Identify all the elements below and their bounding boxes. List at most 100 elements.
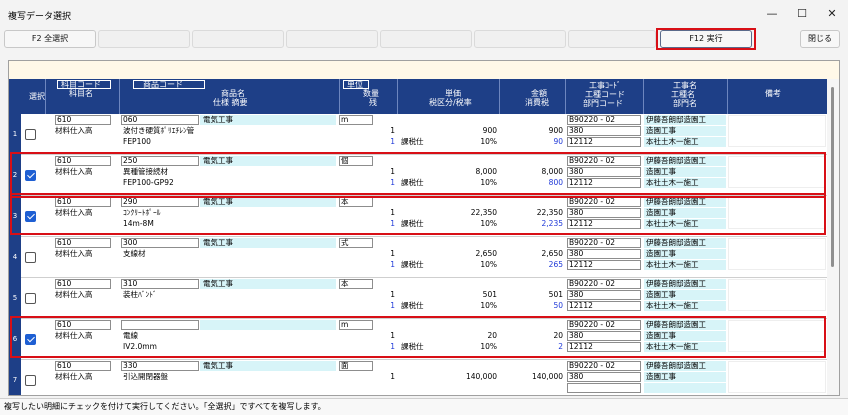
col-select: 選択 (29, 92, 45, 101)
row-number: 5 (9, 278, 21, 319)
department-code: 12112 (569, 137, 593, 146)
product-code: 330 (123, 361, 138, 370)
product-code: 300 (123, 238, 138, 247)
col-construction-code: 工事ｺｰﾄﾞ (589, 81, 621, 90)
work-type-name: 造園工事 (646, 167, 676, 176)
col-tax-category: 税区分/税率 (429, 98, 472, 107)
unit-price: 140,000 (465, 372, 497, 381)
row-number: 6 (9, 319, 21, 360)
table-row[interactable]: 3 610 材料仕入高 290 電気工事 ｺﾝｸﾘｰﾄﾎﾟｰﾙ 14m-8M 本… (9, 196, 827, 237)
close-button[interactable]: 閉じる (800, 30, 840, 48)
remarks-field[interactable] (728, 320, 826, 352)
construction-name: 伊藤吾朗邸造園工 (646, 156, 706, 165)
grid-top-strip (9, 61, 839, 79)
tax-rate: 10% (480, 178, 497, 187)
minimize-button[interactable]: — (762, 6, 782, 22)
col-remaining: 残 (369, 98, 377, 107)
col-unit-price: 単価 (445, 89, 461, 98)
row-checkbox[interactable] (25, 293, 36, 304)
tax-category: 課税仕 (401, 260, 424, 269)
col-product-name: 商品名 (221, 89, 245, 98)
row-number: 2 (9, 155, 21, 196)
remarks-field[interactable] (728, 197, 826, 229)
row-checkbox[interactable] (25, 170, 36, 181)
consumption-tax: 50 (553, 301, 563, 310)
consumption-tax: 2 (558, 342, 563, 351)
product-category: 電気工事 (203, 279, 233, 288)
tax-category: 課税仕 (401, 301, 424, 310)
table-row[interactable]: 5 610 材料仕入高 310 電気工事 装柱ﾊﾞﾝﾄﾞ 本 1 1 501 課… (9, 278, 827, 319)
work-type-name: 造園工事 (646, 208, 676, 217)
remarks-field[interactable] (728, 238, 826, 270)
work-type-name: 造園工事 (646, 372, 676, 381)
remarks-field[interactable] (728, 279, 826, 311)
construction-code: B90220 - 02 (569, 197, 616, 206)
row-number: 3 (9, 196, 21, 237)
product-code: 250 (123, 156, 138, 165)
department-name: 本社土木一施工 (646, 342, 699, 351)
product-category-field (200, 320, 336, 330)
amount: 8,000 (541, 167, 563, 176)
account-code: 610 (57, 156, 72, 165)
tax-rate: 10% (480, 342, 497, 351)
col-spec: 仕様 摘要 (213, 98, 248, 107)
row-checkbox[interactable] (25, 334, 36, 345)
table-row[interactable]: 1 610 材料仕入高 060 電気工事 波付き硬質ﾎﾟﾘｴﾁﾚﾝ管 FEP10… (9, 114, 827, 155)
table-row[interactable]: 7 610 材料仕入高 330 電気工事 引込開閉器盤 面 1 140,000 … (9, 360, 827, 395)
product-category: 電気工事 (203, 361, 233, 370)
account-code: 610 (57, 238, 72, 247)
tax-category: 課税仕 (401, 219, 424, 228)
work-type-code: 380 (569, 249, 584, 258)
product-code: 290 (123, 197, 138, 206)
account-code: 610 (57, 361, 72, 370)
remarks-field[interactable] (728, 115, 826, 147)
scrollbar-thumb[interactable] (831, 87, 834, 267)
header-divider (565, 79, 566, 114)
grid-header: 選択 科目コード 科目名 商品コード 商品名 仕様 摘要 単位 数量 残 単価 … (9, 79, 827, 114)
amount: 140,000 (531, 372, 563, 381)
row-checkbox[interactable] (25, 129, 36, 140)
window-title: 複写データ選択 (8, 12, 72, 22)
amount: 20 (553, 331, 563, 340)
quantity: 1 (390, 372, 395, 381)
work-type-code: 380 (569, 331, 584, 340)
col-department-code: 部門コード (583, 99, 623, 108)
tax-category: 課税仕 (401, 137, 424, 146)
function-key-toolbar: F2 全選択 F12 実行 閉じる (0, 28, 848, 50)
work-type-name: 造園工事 (646, 331, 676, 340)
function-key-empty (192, 30, 284, 48)
product-code-field[interactable] (121, 320, 199, 330)
col-amount: 金額 (531, 89, 547, 98)
execute-button[interactable]: F12 実行 (660, 30, 752, 48)
maximize-button[interactable]: ☐ (792, 6, 812, 22)
col-qty: 数量 (363, 89, 379, 98)
remarks-field[interactable] (728, 156, 826, 188)
row-checkbox[interactable] (25, 252, 36, 263)
unit-price: 501 (482, 290, 497, 299)
row-checkbox[interactable] (25, 211, 36, 222)
detail-grid: 選択 科目コード 科目名 商品コード 商品名 仕様 摘要 単位 数量 残 単価 … (8, 60, 840, 396)
table-row[interactable]: 2 610 材料仕入高 250 電気工事 異種管接続材 FEP100-GP92 … (9, 155, 827, 196)
unit-price: 2,650 (475, 249, 497, 258)
account-code: 610 (57, 197, 72, 206)
consumption-tax: 2,235 (541, 219, 563, 228)
product-name: ｺﾝｸﾘｰﾄﾎﾟｰﾙ (123, 208, 161, 217)
row-checkbox[interactable] (25, 375, 36, 386)
close-window-button[interactable]: ✕ (822, 6, 842, 22)
department-name: 本社土木一施工 (646, 260, 699, 269)
consumption-tax: 90 (553, 137, 563, 146)
account-name: 材料仕入高 (55, 331, 93, 340)
department-code-field[interactable] (567, 383, 641, 393)
header-divider (727, 79, 728, 114)
remaining: 1 (390, 219, 395, 228)
product-category: 電気工事 (203, 115, 233, 124)
remarks-field[interactable] (728, 361, 826, 393)
table-row[interactable]: 6 610 材料仕入高 電線 IV2.0mm m 1 1 20 課税仕 10% … (9, 319, 827, 360)
account-name: 材料仕入高 (55, 208, 93, 217)
select-all-button[interactable]: F2 全選択 (4, 30, 96, 48)
table-row[interactable]: 4 610 材料仕入高 300 電気工事 支線材 式 1 1 2,650 課税仕… (9, 237, 827, 278)
tax-rate: 10% (480, 137, 497, 146)
vertical-scrollbar[interactable] (827, 79, 839, 395)
title-bar: 複写データ選択 — ☐ ✕ (0, 0, 848, 28)
remaining: 1 (390, 342, 395, 351)
